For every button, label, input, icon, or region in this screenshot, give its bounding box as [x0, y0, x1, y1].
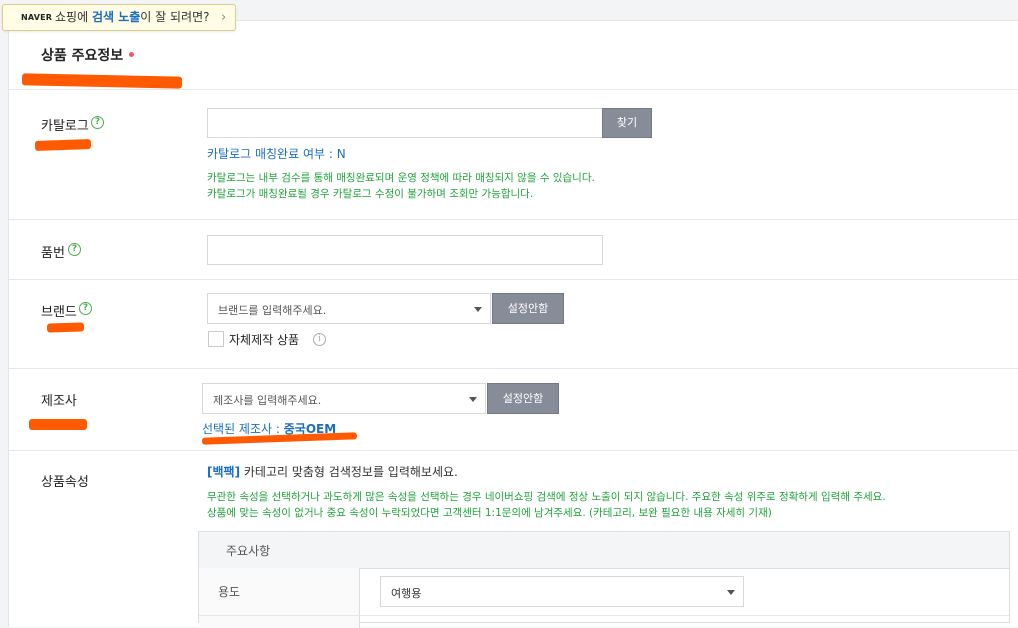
brand-unset-button[interactable]: 설정안함 — [492, 293, 564, 324]
divider — [9, 368, 1018, 369]
catalog-match-status: 카탈로그 매칭완료 여부 : N — [207, 147, 346, 161]
manufacturer-select-placeholder: 제조사를 입력해주세요. — [213, 394, 322, 407]
search-exposure-tooltip[interactable]: NAVER 쇼핑에 검색 노출이 잘 되려면? › — [2, 4, 236, 31]
divider — [199, 615, 1009, 616]
model-number-input[interactable] — [207, 235, 603, 265]
question-circle-icon[interactable]: ? — [68, 243, 81, 256]
usage-select-value: 여행용 — [391, 587, 422, 600]
attributes-notice-line1: 무관한 속성을 선택하거나 과도하게 많은 속성을 선택하는 경우 네이버쇼핑 … — [207, 491, 886, 503]
divider — [9, 450, 1018, 451]
brand-select[interactable]: 브랜드를 입력해주세요. — [207, 293, 491, 324]
annotation-underline — [29, 419, 87, 430]
divider — [9, 279, 1018, 280]
info-circle-icon[interactable]: i — [313, 333, 326, 346]
chevron-right-icon[interactable]: › — [221, 5, 226, 30]
manufacturer-label: 제조사 — [41, 394, 77, 409]
required-dot — [129, 52, 134, 57]
attributes-table-title: 주요사항 — [226, 544, 271, 558]
self-made-label: 자체제작 상품 — [229, 333, 300, 347]
question-circle-icon[interactable]: ? — [91, 116, 104, 129]
catalog-search-input[interactable] — [207, 108, 603, 138]
self-made-checkbox[interactable] — [208, 331, 224, 347]
caret-down-icon — [469, 397, 477, 402]
catalog-label: 카탈로그 — [41, 119, 89, 134]
manufacturer-select[interactable]: 제조사를 입력해주세요. — [202, 383, 486, 414]
caret-down-icon — [727, 590, 735, 595]
manufacturer-unset-button[interactable]: 설정안함 — [487, 383, 559, 414]
attributes-label: 상품속성 — [41, 475, 89, 490]
attribute-row-name: 용도 — [218, 585, 241, 599]
naver-logo: NAVER — [21, 13, 53, 22]
divider — [9, 219, 1018, 220]
catalog-search-button[interactable]: 찾기 — [602, 108, 652, 138]
attributes-table-header: 주요사항 — [199, 532, 1009, 569]
usage-select[interactable]: 여행용 — [380, 576, 744, 607]
catalog-notice-line2: 카탈로그가 매칭완료될 경우 카탈로그 수정이 불가하며 조회만 가능합니다. — [207, 188, 534, 200]
brand-label: 브랜드 — [41, 305, 77, 320]
divider — [9, 89, 1018, 90]
annotation-underline — [34, 139, 92, 151]
model-number-label: 품번 — [41, 246, 65, 261]
caret-down-icon — [474, 307, 482, 312]
brand-select-placeholder: 브랜드를 입력해주세요. — [218, 304, 327, 317]
annotation-underline — [46, 322, 85, 333]
catalog-notice-line1: 카탈로그는 내부 검수를 통해 매칭완료되며 운영 정책에 따라 매칭되지 않을… — [207, 172, 595, 184]
attributes-notice-line2: 상품에 맞는 속성이 없거나 중요 속성이 누락되었다면 고객센터 1:1문의에… — [207, 507, 772, 519]
question-circle-icon[interactable]: ? — [79, 302, 92, 315]
section-title: 상품 주요정보 — [41, 48, 124, 64]
attributes-intro: [백팩] 카테고리 맞춤형 검색정보를 입력해보세요. — [207, 465, 458, 479]
tooltip-text: 쇼핑에 검색 노출이 잘 되려면? — [55, 10, 210, 24]
attributes-table: 주요사항 용도 여행용 — [198, 531, 1010, 628]
attribute-row-label-cell: 용도 — [199, 568, 360, 628]
